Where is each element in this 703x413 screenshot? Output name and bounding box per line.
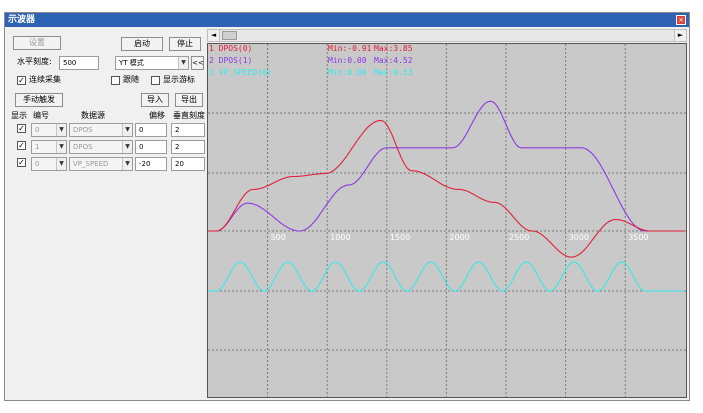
close-button[interactable]: × — [676, 15, 686, 25]
mode-select[interactable]: YT 模式 ▼ — [115, 56, 189, 70]
x-tick-label: 2500 — [509, 233, 529, 242]
col-header-source: 数据源 — [81, 111, 105, 120]
scroll-left-icon[interactable]: ◄ — [208, 30, 220, 41]
chevron-down-icon: ▼ — [122, 141, 132, 153]
col-header-offset: 偏移 — [149, 111, 165, 120]
hscale-label: 水平刻度: — [17, 57, 52, 66]
legend-series-2-name: 3 VP_SPEED(0) — [209, 68, 272, 77]
check-icon: ✓ — [18, 76, 25, 85]
row-number-select[interactable]: 0 ▼ — [31, 123, 67, 137]
import-button[interactable]: 导入 — [141, 93, 169, 107]
window-title: 示波器 — [8, 15, 36, 25]
row-show-checkbox[interactable]: ✓ — [17, 141, 26, 150]
close-icon: × — [678, 16, 684, 24]
row-offset-input[interactable]: -20 — [135, 157, 167, 171]
row-source-value: VP_SPEED — [73, 160, 109, 168]
collapse-button[interactable]: << — [191, 56, 204, 70]
row-offset-input[interactable]: 0 — [135, 123, 167, 137]
plot-background — [208, 44, 686, 397]
stop-button[interactable]: 停止 — [169, 37, 201, 51]
legend-series-0-max: Max:3.85 — [374, 44, 413, 53]
legend-series-0-name: 1 DPOS(0) — [209, 44, 253, 53]
continuous-checkbox[interactable]: ✓ — [17, 76, 26, 85]
row-vscale-input[interactable]: 2 — [171, 123, 205, 137]
legend-series-1-max: Max:4.52 — [374, 56, 413, 65]
plot-canvas: 500 1000 1500 2000 2500 3000 3500 — [208, 44, 686, 397]
scroll-thumb[interactable] — [222, 31, 237, 40]
check-icon: ✓ — [18, 141, 25, 150]
row-source-select[interactable]: DPOS ▼ — [69, 123, 133, 137]
col-header-vscale: 垂直刻度 — [173, 111, 205, 120]
row-vscale-input[interactable]: 20 — [171, 157, 205, 171]
x-tick-label: 3000 — [569, 233, 589, 242]
col-header-show: 显示 — [11, 111, 27, 120]
chevron-down-icon: ▼ — [56, 158, 66, 170]
x-tick-label: 500 — [271, 233, 286, 242]
row-offset-input[interactable]: 0 — [135, 140, 167, 154]
row-source-value: DPOS — [73, 126, 93, 134]
follow-checkbox[interactable] — [111, 76, 120, 85]
settings-button[interactable]: 设置 — [13, 36, 61, 50]
col-header-number: 编号 — [33, 111, 49, 120]
row-vscale-input[interactable]: 2 — [171, 140, 205, 154]
x-tick-label: 1000 — [330, 233, 350, 242]
hscale-input[interactable]: 500 — [59, 56, 99, 70]
title-bar: 示波器 × — [5, 13, 689, 27]
chevron-down-icon: ▼ — [178, 57, 188, 69]
chevron-down-icon: ▼ — [56, 141, 66, 153]
row-source-select[interactable]: VP_SPEED ▼ — [69, 157, 133, 171]
x-tick-label: 3500 — [628, 233, 648, 242]
scroll-right-icon[interactable]: ► — [674, 30, 686, 41]
oscilloscope-window: 示波器 × 设置 启动 停止 水平刻度: 500 YT 模式 ▼ << ✓ 连续… — [4, 12, 690, 401]
follow-label: 跟随 — [123, 75, 139, 84]
row-show-checkbox[interactable]: ✓ — [17, 124, 26, 133]
legend-series-1-name: 2 DPOS(1) — [209, 56, 253, 65]
row-number-value: 0 — [35, 160, 40, 168]
mode-select-value: YT 模式 — [119, 59, 144, 67]
check-icon: ✓ — [18, 158, 25, 167]
row-number-select[interactable]: 0 ▼ — [31, 157, 67, 171]
horizontal-scrollbar[interactable]: ◄ ► — [207, 29, 687, 42]
row-number-value: 1 — [35, 143, 40, 151]
x-tick-label: 2000 — [449, 233, 469, 242]
manual-trigger-button[interactable]: 手动触发 — [15, 93, 63, 107]
show-cursor-label: 显示游标 — [163, 75, 195, 84]
row-number-value: 0 — [35, 126, 40, 134]
legend-series-1-min: Min:0.00 — [328, 56, 367, 65]
legend-series-0-min: Min:-0.91 — [328, 44, 372, 53]
chevron-down-icon: ▼ — [122, 124, 132, 136]
row-source-select[interactable]: DPOS ▼ — [69, 140, 133, 154]
continuous-label: 连续采集 — [29, 75, 61, 84]
x-tick-label: 1500 — [390, 233, 410, 242]
chevron-down-icon: ▼ — [122, 158, 132, 170]
legend-series-2-min: Min:0.00 — [328, 68, 367, 77]
row-number-select[interactable]: 1 ▼ — [31, 140, 67, 154]
check-icon: ✓ — [18, 124, 25, 133]
row-source-value: DPOS — [73, 143, 93, 151]
chevron-down-icon: ▼ — [56, 124, 66, 136]
start-button[interactable]: 启动 — [121, 37, 163, 51]
row-show-checkbox[interactable]: ✓ — [17, 158, 26, 167]
export-button[interactable]: 导出 — [175, 93, 203, 107]
show-cursor-checkbox[interactable] — [151, 76, 160, 85]
legend-series-2-max: Max:0.53 — [374, 68, 413, 77]
oscilloscope-plot[interactable]: 500 1000 1500 2000 2500 3000 3500 1 DPOS(0) Mi… — [207, 43, 687, 398]
